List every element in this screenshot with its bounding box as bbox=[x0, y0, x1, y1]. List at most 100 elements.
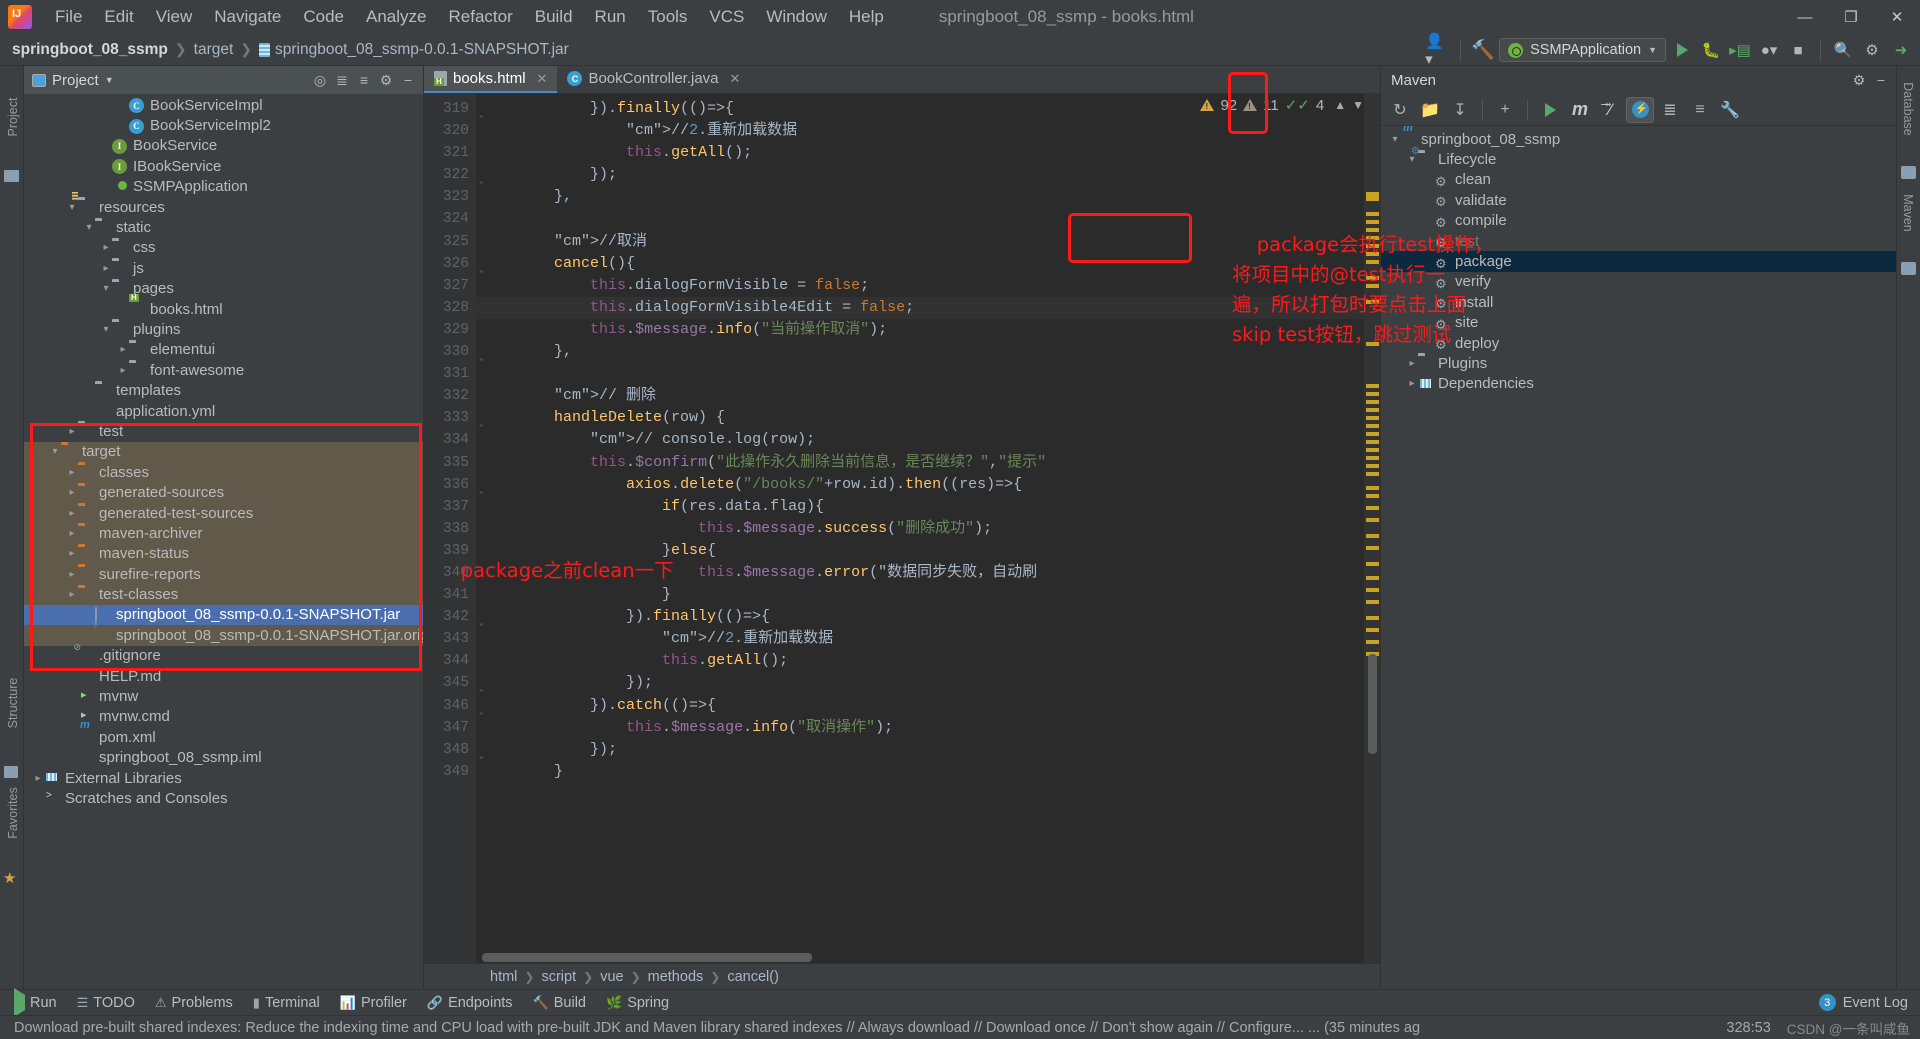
tool-window-button-terminal[interactable]: ▮ Terminal bbox=[253, 995, 320, 1011]
maven-tree[interactable]: ▾ springboot_08_ssmp ▾ Lifecycle ⚙ clean ⚙ vali… bbox=[1381, 126, 1896, 989]
tree-item[interactable]: .gitignore bbox=[24, 646, 423, 666]
code-line[interactable]: }); bbox=[476, 164, 1364, 186]
editor-tab-BookController-java[interactable]: C BookController.java ✕ bbox=[557, 66, 750, 93]
editor-horizontal-scrollbar[interactable] bbox=[482, 953, 812, 962]
tree-item[interactable]: HELP.md bbox=[24, 666, 423, 686]
code-line[interactable]: axios.delete("/books/"+row.id).then((res… bbox=[476, 474, 1364, 496]
collapse-all-icon[interactable]: ≡ bbox=[1686, 97, 1714, 123]
minimize-button[interactable]: — bbox=[1782, 0, 1828, 34]
tree-expander-icon[interactable]: ▸ bbox=[66, 569, 78, 580]
code-line[interactable]: "cm">// 删除 bbox=[476, 385, 1364, 407]
tree-item[interactable]: ▸ font-awesome bbox=[24, 360, 423, 380]
code-line[interactable]: "cm">//2.重新加载数据 bbox=[476, 120, 1364, 142]
reimport-icon[interactable]: ↻ bbox=[1386, 97, 1414, 123]
maven-tree-item[interactable]: ▸ Dependencies bbox=[1381, 374, 1896, 394]
tree-item[interactable]: ▾ plugins bbox=[24, 319, 423, 339]
breadcrumb-target[interactable]: target bbox=[194, 41, 234, 59]
tree-item[interactable]: ▸ js bbox=[24, 258, 423, 278]
code-breadcrumb-3[interactable]: methods bbox=[648, 969, 704, 985]
expand-all-icon[interactable]: ≣ bbox=[1656, 97, 1684, 123]
maven-tree-item[interactable]: ▾ springboot_08_ssmp bbox=[1381, 129, 1896, 149]
close-icon[interactable]: ✕ bbox=[730, 71, 741, 87]
rail-button-maven[interactable]: Maven bbox=[1901, 185, 1915, 241]
tree-expander-icon[interactable]: ▸ bbox=[66, 467, 78, 478]
code-line[interactable]: if(res.data.flag){ bbox=[476, 496, 1364, 518]
code-line[interactable]: this.dialogFormVisible4Edit = false; bbox=[476, 296, 1364, 319]
tree-expander-icon[interactable]: ▾ bbox=[83, 222, 95, 233]
menu-item-tools[interactable]: Tools bbox=[637, 4, 699, 30]
run-configuration-selector[interactable]: SSMPApplication ▼ bbox=[1499, 38, 1666, 62]
tree-item[interactable]: C BookServiceImpl bbox=[24, 95, 423, 115]
tree-item[interactable]: springboot_08_ssmp.iml bbox=[24, 748, 423, 768]
tree-expander-icon[interactable]: ▸ bbox=[117, 344, 129, 355]
tool-window-button-problems[interactable]: ⚠ Problems bbox=[155, 995, 233, 1011]
maven-tree-item[interactable]: ▸ Plugins bbox=[1381, 353, 1896, 373]
code-breadcrumb-2[interactable]: vue bbox=[600, 969, 623, 985]
collapse-all-icon[interactable]: ≡ bbox=[353, 69, 375, 91]
run-maven-build-icon[interactable] bbox=[1536, 97, 1564, 123]
menu-item-refactor[interactable]: Refactor bbox=[437, 4, 523, 30]
updates-icon[interactable]: ➜ bbox=[1888, 37, 1914, 63]
menu-item-help[interactable]: Help bbox=[838, 4, 895, 30]
settings-icon[interactable]: ⚙ bbox=[1848, 69, 1870, 91]
previous-problem-icon[interactable]: ▲ bbox=[1334, 98, 1346, 112]
menu-item-file[interactable]: File bbox=[44, 4, 93, 30]
code-line[interactable] bbox=[476, 208, 1364, 230]
download-sources-icon[interactable]: ↧ bbox=[1446, 97, 1474, 123]
code-line[interactable]: this.dialogFormVisible = false; bbox=[476, 275, 1364, 297]
maven-settings-icon[interactable]: 🔧 bbox=[1716, 97, 1744, 123]
tree-expander-icon[interactable]: ▸ bbox=[100, 263, 112, 274]
menu-item-window[interactable]: Window bbox=[755, 4, 837, 30]
tree-item[interactable]: ▸ css bbox=[24, 238, 423, 258]
hide-icon[interactable]: − bbox=[1870, 69, 1892, 91]
maven-tree-item[interactable]: ⚙ validate bbox=[1381, 190, 1896, 210]
inspection-strip[interactable] bbox=[1364, 94, 1380, 963]
tree-expander-icon[interactable]: ▸ bbox=[32, 773, 44, 784]
tree-expander-icon[interactable]: ▸ bbox=[66, 528, 78, 539]
code-line[interactable]: this.$message.info("当前操作取消"); bbox=[476, 319, 1364, 341]
tree-item[interactable]: C BookServiceImpl2 bbox=[24, 115, 423, 135]
code-line[interactable]: }).catch(()=>{ bbox=[476, 695, 1364, 717]
settings-icon[interactable]: ⚙ bbox=[1859, 37, 1885, 63]
maven-tree-item[interactable]: ▾ Lifecycle bbox=[1381, 149, 1896, 169]
toggle-offline-mode-icon[interactable] bbox=[1626, 96, 1654, 123]
tree-expander-icon[interactable]: ▸ bbox=[66, 589, 78, 600]
menu-item-view[interactable]: View bbox=[145, 4, 204, 30]
code-line[interactable]: "cm">//2.重新加载数据 bbox=[476, 628, 1364, 650]
maven-tree-item[interactable]: ⚙ deploy bbox=[1381, 333, 1896, 353]
locate-icon[interactable]: ◎ bbox=[309, 69, 331, 91]
stop-icon[interactable]: ■ bbox=[1785, 37, 1811, 63]
maven-tree-item[interactable]: ⚙ compile bbox=[1381, 211, 1896, 231]
tree-item[interactable]: ▾ pages bbox=[24, 279, 423, 299]
rail-button-structure[interactable]: Structure bbox=[6, 667, 20, 739]
maven-tree-item[interactable]: ⚙ verify bbox=[1381, 272, 1896, 292]
code-breadcrumb-4[interactable]: cancel() bbox=[727, 969, 779, 985]
hide-icon[interactable]: − bbox=[397, 69, 419, 91]
rail-button-database[interactable]: Database bbox=[1901, 81, 1915, 137]
tree-item[interactable]: springboot_08_ssmp-0.0.1-SNAPSHOT.jar.or… bbox=[24, 625, 423, 646]
menu-item-code[interactable]: Code bbox=[292, 4, 355, 30]
tree-expander-icon[interactable]: ▸ bbox=[100, 242, 112, 253]
code-line[interactable]: }); bbox=[476, 672, 1364, 694]
caret-position[interactable]: 328:53 bbox=[1726, 1020, 1770, 1036]
menu-item-vcs[interactable]: VCS bbox=[698, 4, 755, 30]
tree-item[interactable]: templates bbox=[24, 380, 423, 400]
next-problem-icon[interactable]: ▼ bbox=[1352, 98, 1364, 112]
tool-window-button-endpoints[interactable]: 🔗 Endpoints bbox=[427, 995, 513, 1011]
code-line[interactable]: "cm">//取消 bbox=[476, 231, 1364, 253]
maven-tree-item[interactable]: ⚙ clean bbox=[1381, 170, 1896, 190]
maximize-button[interactable]: ❐ bbox=[1828, 0, 1874, 34]
tree-item[interactable]: ▾ target bbox=[24, 441, 423, 463]
menu-item-analyze[interactable]: Analyze bbox=[355, 4, 437, 30]
tree-expander-icon[interactable]: ▸ bbox=[1406, 378, 1418, 389]
code-line[interactable] bbox=[476, 363, 1364, 385]
tree-item[interactable]: I IBookService bbox=[24, 156, 423, 176]
tree-expander-icon[interactable]: ▸ bbox=[1406, 358, 1418, 369]
breadcrumb-jar[interactable]: springboot_08_ssmp-0.0.1-SNAPSHOT.jar bbox=[259, 41, 569, 59]
tool-window-button-profiler[interactable]: 📊 Profiler bbox=[340, 995, 407, 1011]
code-line[interactable]: }).finally(()=>{ bbox=[476, 606, 1364, 628]
project-tree[interactable]: C BookServiceImpl C BookServiceImpl2 I BookSe… bbox=[24, 94, 423, 989]
code-line[interactable]: handleDelete(row) { bbox=[476, 407, 1364, 429]
maven-tree-item[interactable]: ⚙ install bbox=[1381, 292, 1896, 312]
tree-expander-icon[interactable]: ▾ bbox=[100, 324, 112, 335]
